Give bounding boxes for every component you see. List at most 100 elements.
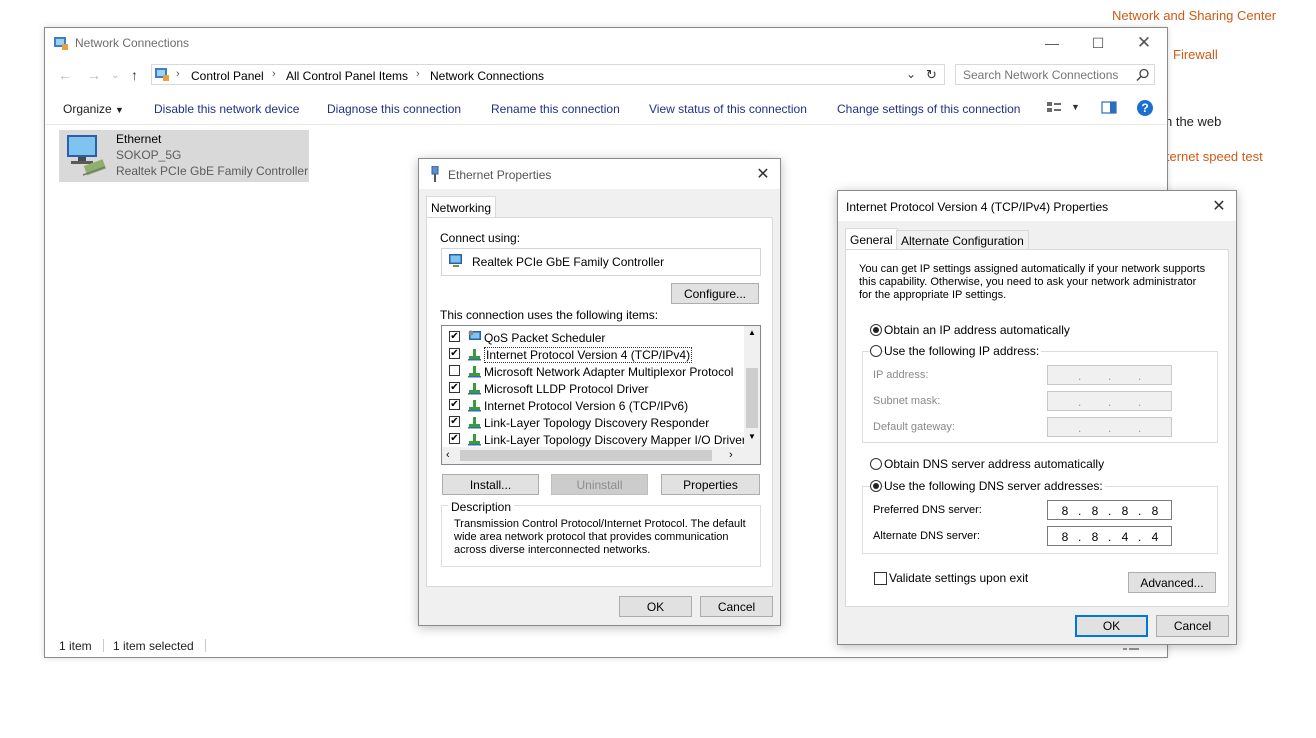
vertical-scrollbar[interactable]: ▲ ▼ xyxy=(744,326,760,447)
component-item[interactable]: ✔ Internet Protocol Version 6 (TCP/IPv6) xyxy=(442,397,742,414)
change-settings-button[interactable]: Change settings of this connection xyxy=(837,102,1020,116)
control-panel-icon xyxy=(54,37,68,50)
view-dropdown-icon[interactable]: ▼ xyxy=(1071,102,1080,112)
tab-networking[interactable]: Networking xyxy=(426,196,497,218)
firewall-link[interactable]: Firewall xyxy=(1173,47,1218,62)
component-item[interactable]: Microsoft Network Adapter Multiplexor Pr… xyxy=(442,363,742,380)
tab-alternate-configuration[interactable]: Alternate Configuration xyxy=(896,230,1029,250)
default-gateway-field[interactable]: ... xyxy=(1047,417,1172,437)
component-checkbox[interactable]: ✔ xyxy=(449,331,460,342)
component-label: Internet Protocol Version 4 (TCP/IPv4) xyxy=(484,347,693,363)
breadcrumb-network-connections[interactable]: Network Connections xyxy=(430,69,544,83)
general-panel: You can get IP settings assigned automat… xyxy=(845,249,1229,607)
breadcrumb-all-items[interactable]: All Control Panel Items xyxy=(286,69,408,83)
refresh-icon[interactable]: ↻ xyxy=(926,67,937,83)
uninstall-button[interactable]: Uninstall xyxy=(551,474,648,495)
ethernet-ok-button[interactable]: OK xyxy=(619,596,692,617)
validate-checkbox[interactable] xyxy=(874,572,887,585)
speedtest-link[interactable]: iternet speed test xyxy=(1163,149,1263,164)
back-arrow-icon[interactable]: ← xyxy=(58,67,72,83)
obtain-dns-auto-label: Obtain DNS server address automatically xyxy=(884,457,1105,471)
preview-pane-icon[interactable] xyxy=(1101,101,1117,115)
forward-arrow-icon[interactable]: → xyxy=(87,67,101,83)
search-input[interactable] xyxy=(956,65,1133,84)
close-button[interactable]: ✕ xyxy=(1121,28,1167,58)
protocol-icon xyxy=(467,415,483,432)
disable-device-button[interactable]: Disable this network device xyxy=(154,102,299,116)
horizontal-scrollbar[interactable]: ‹ › xyxy=(442,447,760,464)
view-options-icon[interactable] xyxy=(1046,101,1062,115)
ipv4-ok-button[interactable]: OK xyxy=(1075,615,1148,637)
diagnose-button[interactable]: Diagnose this connection xyxy=(327,102,461,116)
scroll-thumb[interactable] xyxy=(746,368,758,428)
recent-chevron-icon[interactable]: ⌄ xyxy=(111,70,119,81)
component-checkbox[interactable]: ✔ xyxy=(449,348,460,359)
preferred-dns-field[interactable]: 8 . 8 . 8 . 8 xyxy=(1047,500,1172,520)
ip-address-field[interactable]: ... xyxy=(1047,365,1172,385)
organize-menu[interactable]: Organize ▼ xyxy=(63,102,124,116)
properties-button[interactable]: Properties xyxy=(661,474,760,495)
description-line-1: Transmission Control Protocol/Internet P… xyxy=(454,518,746,530)
breadcrumb-control-panel[interactable]: Control Panel xyxy=(191,69,264,83)
network-sharing-center-link[interactable]: Network and Sharing Center xyxy=(1112,8,1276,23)
ipv4-cancel-button[interactable]: Cancel xyxy=(1156,615,1229,637)
components-list: ✔ QoS Packet Scheduler ✔ Internet Protocol … xyxy=(441,325,761,465)
obtain-dns-auto-radio[interactable] xyxy=(870,458,882,470)
rename-button[interactable]: Rename this connection xyxy=(491,102,620,116)
scroll-up-icon[interactable]: ▲ xyxy=(748,328,756,337)
connection-adapter: Realtek PCIe GbE Family Controller xyxy=(116,164,309,178)
configure-button[interactable]: Configure... xyxy=(671,283,759,304)
advanced-button[interactable]: Advanced... xyxy=(1128,572,1216,593)
ethernet-properties-dialog: Ethernet Properties ✕ Networking Connect… xyxy=(418,158,781,626)
install-button[interactable]: Install... xyxy=(442,474,539,495)
tab-general[interactable]: General xyxy=(845,228,898,250)
component-label: Link-Layer Topology Discovery Responder xyxy=(484,416,710,430)
breadcrumb-separator: › xyxy=(416,68,420,80)
breadcrumb-separator: › xyxy=(176,68,180,80)
maximize-button[interactable]: ☐ xyxy=(1075,28,1121,58)
component-checkbox[interactable]: ✔ xyxy=(449,382,460,393)
address-control-panel-icon xyxy=(155,68,169,81)
web-text: n the web xyxy=(1165,114,1222,129)
component-checkbox[interactable] xyxy=(449,365,460,376)
ethernet-connection-item[interactable]: Ethernet SOKOP_5G Realtek PCIe GbE Famil… xyxy=(59,130,309,182)
ipv4-dialog-close-button[interactable]: ✕ xyxy=(1202,191,1236,221)
component-item[interactable]: ✔ Link-Layer Topology Discovery Responder xyxy=(442,414,742,431)
component-checkbox[interactable]: ✔ xyxy=(449,399,460,410)
view-status-button[interactable]: View status of this connection xyxy=(649,102,807,116)
scroll-left-icon[interactable]: ‹ xyxy=(446,449,450,461)
scroll-right-icon[interactable]: › xyxy=(729,449,733,461)
ethernet-dialog-title: Ethernet Properties xyxy=(448,168,552,182)
component-item[interactable]: ✔ Microsoft LLDP Protocol Driver xyxy=(442,380,742,397)
info-line-2: this capability. Otherwise, you need to … xyxy=(859,276,1197,288)
status-selected: 1 item selected xyxy=(113,639,194,653)
help-icon[interactable]: ? xyxy=(1137,100,1153,116)
preferred-dns-octet-1: 8 xyxy=(1061,504,1069,518)
component-item[interactable]: ✔ QoS Packet Scheduler xyxy=(442,329,742,346)
minimize-button[interactable]: — xyxy=(1029,28,1075,58)
obtain-ip-auto-radio[interactable] xyxy=(870,324,882,336)
preferred-dns-label: Preferred DNS server: xyxy=(873,504,982,516)
subnet-mask-field[interactable]: ... xyxy=(1047,391,1172,411)
scroll-down-icon[interactable]: ▼ xyxy=(748,432,756,441)
info-line-3: for the appropriate IP settings. xyxy=(859,289,1007,301)
address-dropdown-icon[interactable]: ⌄ xyxy=(906,67,916,81)
description-group: Description Transmission Control Protoco… xyxy=(441,500,761,567)
status-divider xyxy=(103,639,104,652)
connection-name: Ethernet xyxy=(116,132,162,146)
ethernet-cancel-button[interactable]: Cancel xyxy=(700,596,773,617)
use-following-ip-radio[interactable] xyxy=(870,345,882,357)
alternate-dns-field[interactable]: 8 . 8 . 4 . 4 xyxy=(1047,526,1172,546)
use-following-dns-radio[interactable] xyxy=(870,480,882,492)
search-icon[interactable] xyxy=(1136,68,1150,82)
component-label: Microsoft Network Adapter Multiplexor Pr… xyxy=(484,365,734,379)
component-item[interactable]: ✔ Link-Layer Topology Discovery Mapper I/… xyxy=(442,431,746,448)
address-bar[interactable]: › Control Panel › All Control Panel Item… xyxy=(151,64,945,85)
component-checkbox[interactable]: ✔ xyxy=(449,433,460,444)
hscroll-thumb[interactable] xyxy=(460,450,712,461)
ethernet-dialog-close-button[interactable]: ✕ xyxy=(746,159,780,189)
up-arrow-icon[interactable]: ↑ xyxy=(131,67,138,83)
breadcrumb-separator: › xyxy=(272,68,276,80)
component-checkbox[interactable]: ✔ xyxy=(449,416,460,427)
component-item[interactable]: ✔ Internet Protocol Version 4 (TCP/IPv4) xyxy=(442,346,742,363)
